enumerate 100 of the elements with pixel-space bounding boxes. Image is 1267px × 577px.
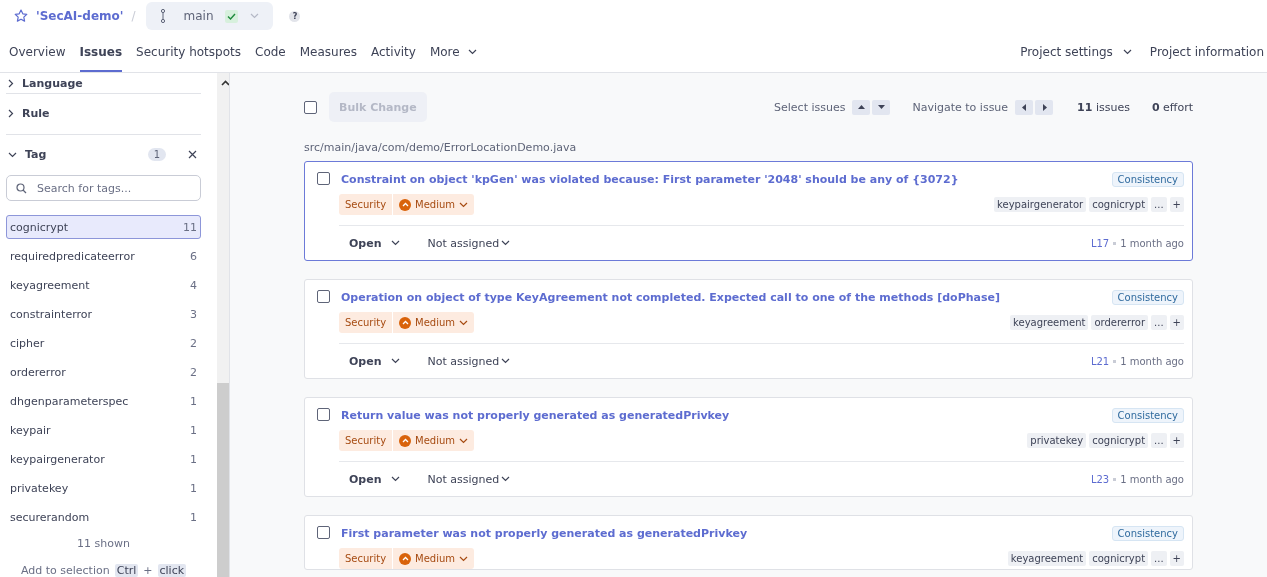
issue-title[interactable]: First parameter was not properly generated as generatedPrivkey — [341, 526, 1101, 542]
star-icon[interactable] — [14, 9, 28, 23]
navigate-right-key[interactable] — [1035, 99, 1054, 115]
scroll-up-icon[interactable] — [221, 80, 229, 86]
more-tags[interactable]: ... — [1151, 315, 1167, 330]
filter-facet[interactable]: Language — [6, 73, 201, 95]
impact-selector[interactable]: Security Medium — [339, 430, 475, 451]
more-tags[interactable]: ... — [1151, 551, 1167, 566]
nav-tab[interactable]: Code — [255, 32, 286, 72]
issue-card[interactable]: Operation on object of type KeyAgreement not completed. Expected call to one of the methods [doPhase] Consistency Security Medium keyagreement ordererror ... + Open Not assigned L21 1 month ago — [304, 279, 1193, 379]
issue-age: 1 month ago — [1120, 237, 1184, 249]
issue-tag[interactable]: cognicrypt — [1089, 197, 1149, 212]
chevron-down-icon — [501, 240, 511, 246]
severity-icon — [399, 316, 412, 329]
issue-tag[interactable]: cognicrypt — [1089, 551, 1149, 566]
tag-option[interactable]: keyagreement 4 — [6, 273, 201, 297]
issue-tag[interactable]: keyagreement — [1007, 551, 1087, 566]
keyboard-key: click — [157, 564, 187, 577]
nav-tab[interactable]: Measures — [299, 32, 357, 72]
navigate-label: Navigate to issue — [912, 100, 1009, 114]
checkbox[interactable] — [304, 100, 317, 114]
triangle-up-icon — [856, 102, 866, 112]
add-tag[interactable]: + — [1169, 315, 1184, 330]
severity-icon — [399, 434, 412, 447]
issue-tag[interactable]: privatekey — [1027, 433, 1087, 448]
select-up-key[interactable] — [852, 99, 871, 115]
issue-title[interactable]: Constraint on object 'kpGen' was violated because: First parameter '2048' should be any of {3072} — [341, 172, 1101, 188]
issue-card[interactable]: Constraint on object 'kpGen' was violated because: First parameter '2048' should be any of {3072} Consistency Security Medium keypairgenerator cognicrypt ... + Open Not assigned L17 1 month ago — [304, 161, 1193, 261]
branch-icon — [159, 9, 166, 23]
tag-option[interactable]: cipher 2 — [6, 331, 201, 356]
chevron-down-icon — [390, 358, 400, 364]
nav-tab[interactable]: Overview — [9, 32, 66, 72]
navigate-left-key[interactable] — [1015, 99, 1034, 115]
checkbox[interactable] — [317, 172, 330, 185]
issue-tag[interactable]: cognicrypt — [1089, 433, 1149, 448]
nav-link[interactable]: Project information — [1149, 32, 1264, 72]
tag-option[interactable]: dhgenparameterspec 1 — [6, 389, 201, 414]
chevron-down-icon — [250, 13, 260, 19]
add-tag[interactable]: + — [1169, 197, 1184, 212]
plus-sign: + — [143, 564, 153, 577]
add-tag[interactable]: + — [1169, 551, 1184, 566]
status-dropdown[interactable]: Open — [349, 236, 400, 250]
nav-tab[interactable]: Security hotspots — [136, 32, 241, 72]
issue-age: 1 month ago — [1120, 473, 1184, 485]
project-name[interactable]: 'SecAI-demo' — [36, 9, 124, 23]
attribute-tag: Consistency — [1111, 408, 1184, 423]
branch-selector[interactable]: main — [145, 2, 274, 30]
shown-count: 11 shown — [76, 537, 131, 550]
chevron-down-icon — [390, 476, 400, 482]
add-tag[interactable]: + — [1169, 433, 1184, 448]
checkbox[interactable] — [317, 408, 330, 421]
line-number[interactable]: L23 — [1090, 473, 1110, 485]
issue-title[interactable]: Operation on object of type KeyAgreement not completed. Expected call to one of the methods [doPhase] — [341, 290, 1101, 306]
tag-option[interactable]: cognicrypt 11 — [6, 215, 201, 239]
status-dropdown[interactable]: Open — [349, 472, 400, 486]
tag-option[interactable]: keypairgenerator 1 — [6, 447, 201, 472]
tag-option[interactable]: privatekey 1 — [6, 476, 201, 501]
issue-card[interactable]: Return value was not properly generated as generatedPrivkey Consistency Security Medium privatekey cognicrypt ... + Open Not assigned L23 1 month ago — [304, 397, 1193, 497]
tag-facet-toggle[interactable]: Tag — [8, 148, 47, 162]
settings-menu[interactable]: Project settings — [1020, 32, 1132, 72]
chevron-down-icon — [501, 476, 511, 482]
chevron-down-icon — [8, 152, 17, 158]
issue-tag[interactable]: keyagreement — [1010, 315, 1089, 330]
line-number[interactable]: L21 — [1090, 355, 1110, 367]
checkbox[interactable] — [317, 290, 330, 303]
issue-title[interactable]: Return value was not properly generated as generatedPrivkey — [341, 408, 1101, 424]
tag-option[interactable]: ordererror 2 — [6, 360, 201, 385]
impact-selector[interactable]: Security Medium — [339, 194, 475, 215]
chevron-down-icon — [459, 437, 469, 444]
hint-text: Add to selection — [20, 564, 110, 577]
line-number[interactable]: L17 — [1090, 237, 1110, 249]
search-icon — [16, 183, 27, 195]
search-field[interactable]: Search for tags... — [6, 175, 201, 202]
select-issues-label: Select issues — [774, 100, 846, 114]
more-tags[interactable]: ... — [1151, 433, 1167, 448]
tag-option[interactable]: keypair 1 — [6, 418, 201, 443]
impact-selector[interactable]: Security Medium — [339, 548, 475, 569]
assignee-dropdown[interactable]: Not assigned — [427, 236, 511, 250]
attribute-tag: Consistency — [1111, 290, 1184, 305]
filter-facet[interactable]: Rule — [6, 94, 201, 135]
issue-card[interactable]: First parameter was not properly generated as generatedPrivkey Consistency Security Medium keyagreement cognicrypt ... + — [304, 515, 1193, 570]
scrollbar[interactable] — [217, 73, 229, 577]
issue-tag[interactable]: ordererror — [1091, 315, 1149, 330]
assignee-dropdown[interactable]: Not assigned — [427, 472, 511, 486]
tag-option[interactable]: securerandom 1 — [6, 505, 201, 530]
impact-selector[interactable]: Security Medium — [339, 312, 475, 333]
tag-option[interactable]: constrainterror 3 — [6, 302, 201, 327]
more-tags[interactable]: ... — [1151, 197, 1167, 212]
chevron-right-icon — [8, 109, 14, 119]
nav-tab[interactable]: Activity — [371, 32, 416, 72]
tag-option[interactable]: requiredpredicateerror 6 — [6, 244, 201, 268]
close-icon[interactable] — [188, 150, 197, 160]
nav-tab[interactable]: More — [429, 32, 477, 72]
assignee-dropdown[interactable]: Not assigned — [427, 354, 511, 368]
issue-tag[interactable]: keypairgenerator — [994, 197, 1087, 212]
select-down-key[interactable] — [872, 99, 891, 115]
checkbox[interactable] — [317, 526, 330, 539]
help-icon[interactable]: ? — [289, 10, 301, 22]
chevron-down-icon — [459, 201, 469, 208]
status-dropdown[interactable]: Open — [349, 354, 400, 368]
